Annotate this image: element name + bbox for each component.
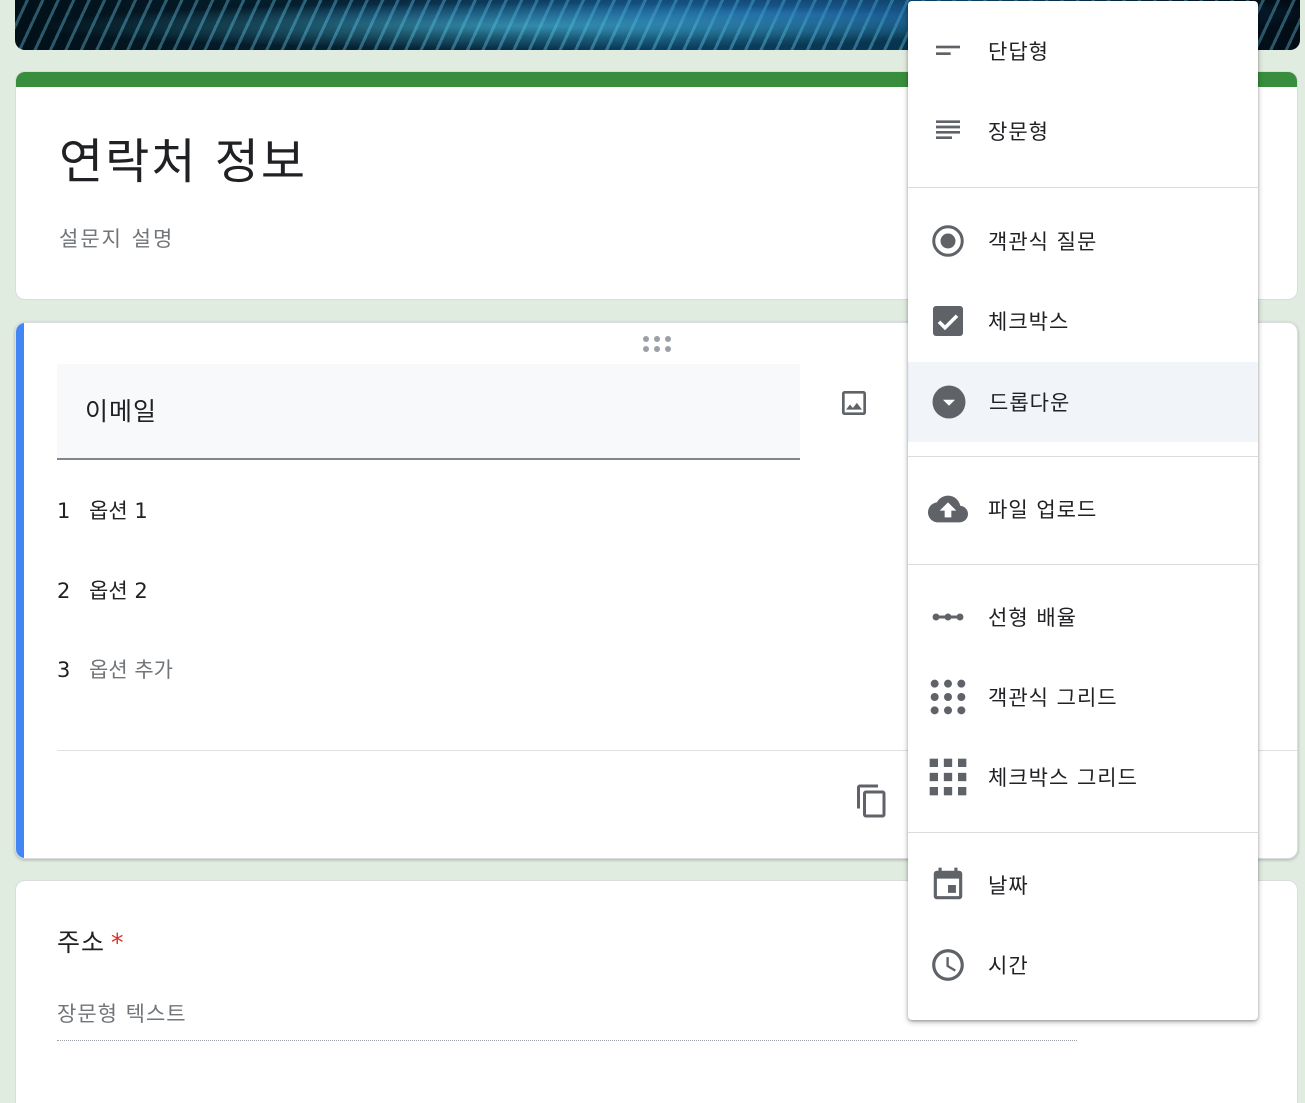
option-label[interactable]: 옵션 1	[89, 499, 148, 523]
menu-item-label: 날짜	[988, 874, 1029, 898]
menu-item-label: 단답형	[988, 40, 1049, 64]
active-question-indicator	[16, 323, 24, 858]
menu-item-multiple-choice-grid[interactable]: 객관식 그리드	[908, 657, 1258, 737]
drag-handle-icon[interactable]	[643, 336, 671, 352]
option-number: 1	[57, 499, 71, 523]
add-image-icon[interactable]	[838, 387, 870, 419]
form-description[interactable]: 설문지 설명	[59, 223, 174, 253]
menu-item-label: 파일 업로드	[988, 498, 1098, 522]
menu-item-file-upload[interactable]: 파일 업로드	[908, 469, 1258, 549]
menu-item-date[interactable]: 날짜	[908, 845, 1258, 925]
required-asterisk: *	[111, 928, 125, 957]
paragraph-icon	[928, 111, 968, 151]
menu-divider	[908, 187, 1258, 188]
menu-item-short-answer[interactable]: 단답형	[908, 11, 1258, 91]
menu-item-label: 객관식 그리드	[988, 686, 1118, 710]
menu-item-label: 장문형	[988, 120, 1049, 144]
question-title-text: 이메일	[85, 397, 158, 426]
calendar-icon	[928, 865, 968, 905]
menu-item-dropdown[interactable]: 드롭다운	[908, 362, 1258, 442]
question-title-input[interactable]: 이메일	[57, 364, 800, 460]
short-answer-icon	[928, 31, 968, 71]
option-number: 2	[57, 579, 71, 603]
option-number: 3	[57, 658, 71, 682]
menu-item-label: 객관식 질문	[988, 230, 1098, 254]
add-option-label[interactable]: 옵션 추가	[89, 658, 173, 682]
form-title[interactable]: 연락처 정보	[59, 122, 307, 192]
menu-divider	[908, 832, 1258, 833]
menu-item-multiple-choice[interactable]: 객관식 질문	[908, 201, 1258, 281]
menu-item-linear-scale[interactable]: 선형 배율	[908, 577, 1258, 657]
dropdown-icon	[929, 382, 969, 422]
duplicate-icon[interactable]	[854, 781, 890, 821]
address-title-text: 주소	[57, 928, 106, 957]
question-type-menu[interactable]: 단답형 장문형 객관식 질문 체크박스 드롭다운 파일 업로드 선형 배율 객관…	[908, 1, 1258, 1020]
menu-item-time[interactable]: 시간	[908, 925, 1258, 1005]
option-row-2[interactable]: 2 옵션 2	[57, 575, 148, 605]
menu-item-checkbox-grid[interactable]: 체크박스 그리드	[908, 737, 1258, 817]
menu-item-paragraph[interactable]: 장문형	[908, 91, 1258, 171]
clock-icon	[928, 945, 968, 985]
radio-button-icon	[928, 221, 968, 261]
option-label[interactable]: 옵션 2	[89, 579, 148, 603]
checkbox-grid-icon	[928, 757, 968, 797]
cloud-upload-icon	[928, 489, 968, 529]
menu-item-label: 드롭다운	[989, 391, 1071, 415]
option-row-1[interactable]: 1 옵션 1	[57, 495, 148, 525]
add-option-row[interactable]: 3 옵션 추가	[57, 654, 173, 684]
menu-divider	[908, 456, 1258, 457]
dots-grid-icon	[928, 677, 968, 717]
checkbox-icon	[928, 301, 968, 341]
menu-item-checkbox[interactable]: 체크박스	[908, 281, 1258, 361]
menu-item-label: 시간	[988, 954, 1029, 978]
menu-item-label: 체크박스	[988, 310, 1070, 334]
menu-divider	[908, 564, 1258, 565]
menu-item-label: 체크박스 그리드	[988, 766, 1138, 790]
menu-item-label: 선형 배율	[988, 606, 1077, 630]
address-question-title: 주소 *	[57, 923, 125, 959]
linear-scale-icon	[928, 597, 968, 637]
